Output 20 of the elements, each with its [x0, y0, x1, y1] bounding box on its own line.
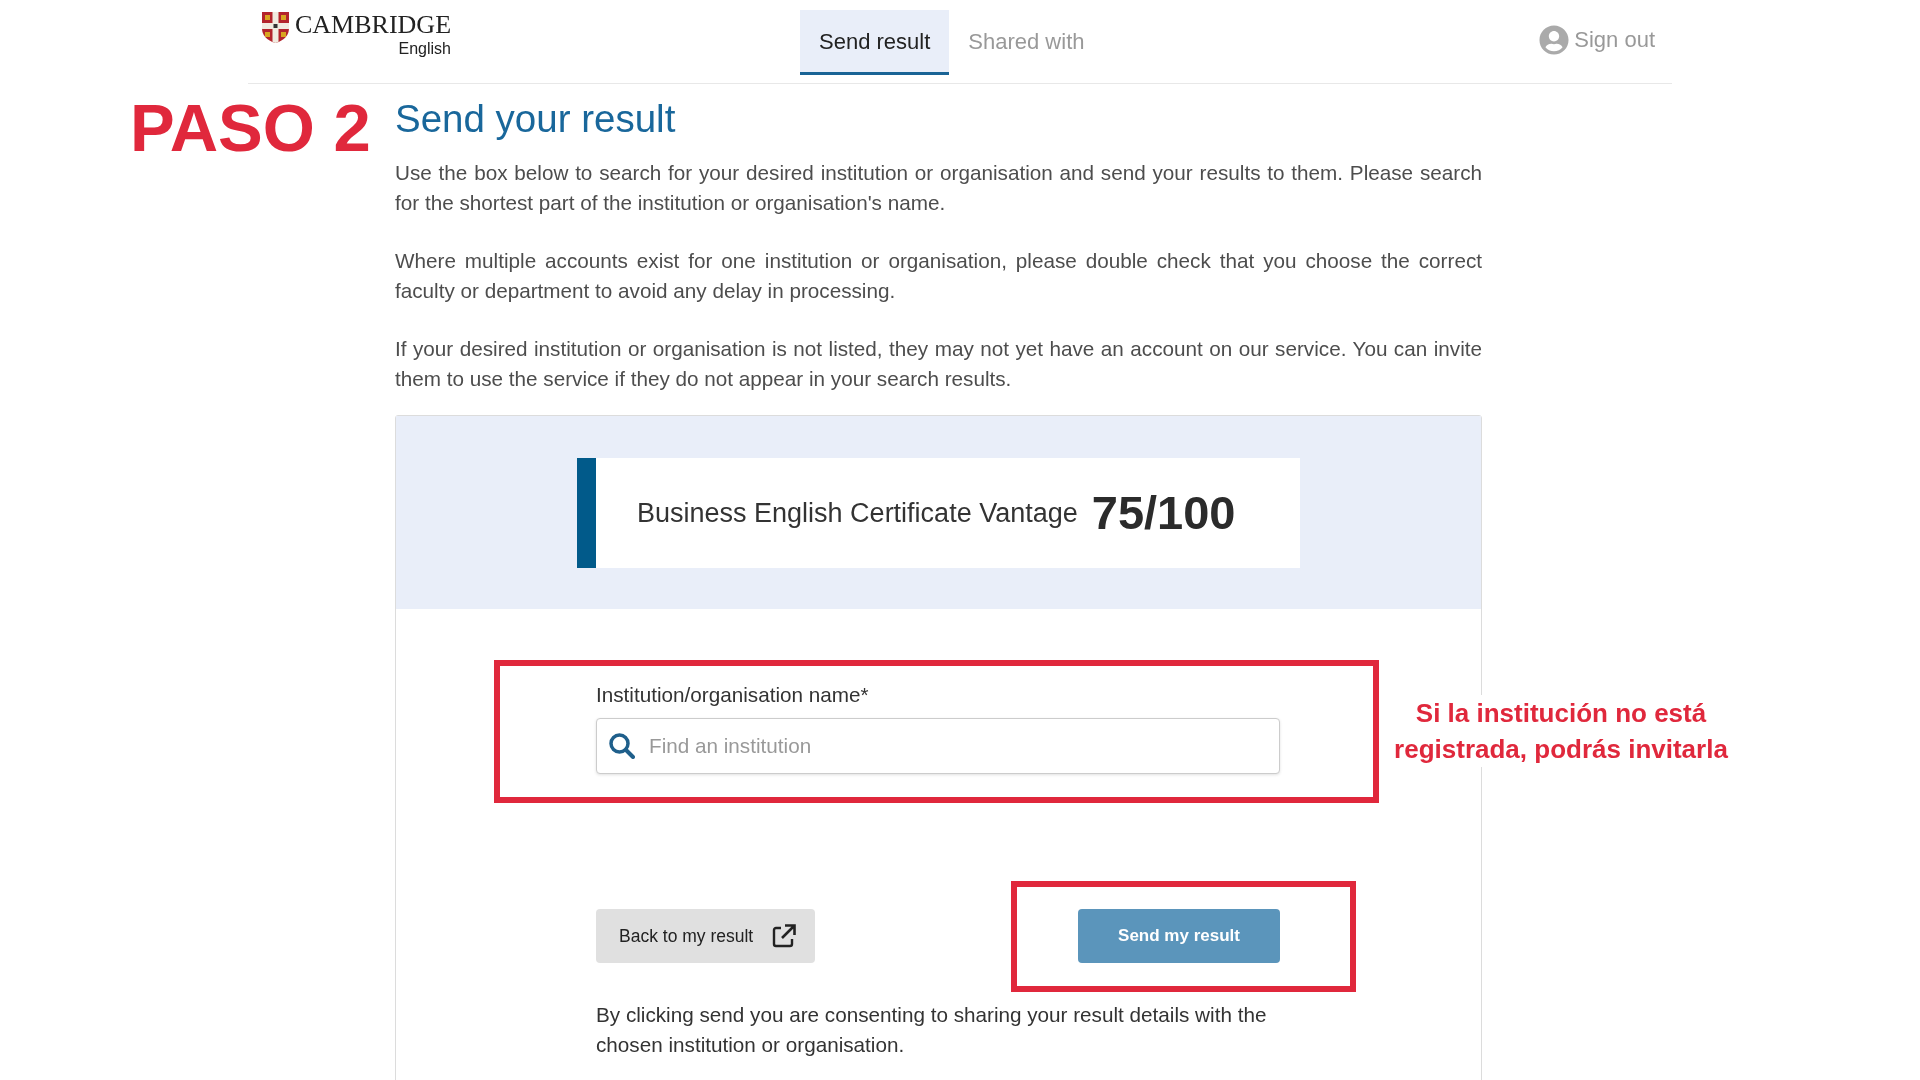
- step-label: PASO 2: [130, 94, 372, 161]
- crest-icon: [262, 12, 289, 43]
- back-button[interactable]: Back to my result: [596, 909, 816, 963]
- logo-subtitle: English: [398, 40, 451, 58]
- consent-text: By clicking send you are consenting to sharing your result details with the chosen institution or organisation.: [596, 1002, 1268, 1058]
- page-title: Send your result: [395, 96, 677, 142]
- search-icon: [609, 733, 635, 759]
- search-field[interactable]: Find an institution: [596, 718, 1280, 774]
- score: 75/100: [1091, 486, 1236, 540]
- paragraph: Where multiple accounts exist for one institution or organisation, please double check that you choose the correct faculty or department to avoid any delay in processing.: [395, 248, 1482, 304]
- paragraph: Use the box below to search for your desired institution or organisation and send your results to them. Please search for the shortest part of the institution or organisation's name.: [395, 160, 1482, 216]
- paragraph: If your desired institution or organisation is not listed, they may not yet have an account on our service. You can invite them to use the service if they do not appear in your search results.: [395, 336, 1482, 392]
- user-icon: [1539, 25, 1570, 55]
- send-button[interactable]: Send my result: [1078, 909, 1280, 963]
- logo-wordmark: CAMBRIDGE: [295, 12, 451, 38]
- field-label: Institution/organisation name*: [596, 683, 870, 707]
- exam-name: Business English Certificate Vantage: [637, 497, 1078, 529]
- tab[interactable]: Send result: [800, 10, 950, 75]
- external-link-icon: [771, 923, 797, 949]
- sign-out-link[interactable]: Sign out: [1539, 25, 1655, 55]
